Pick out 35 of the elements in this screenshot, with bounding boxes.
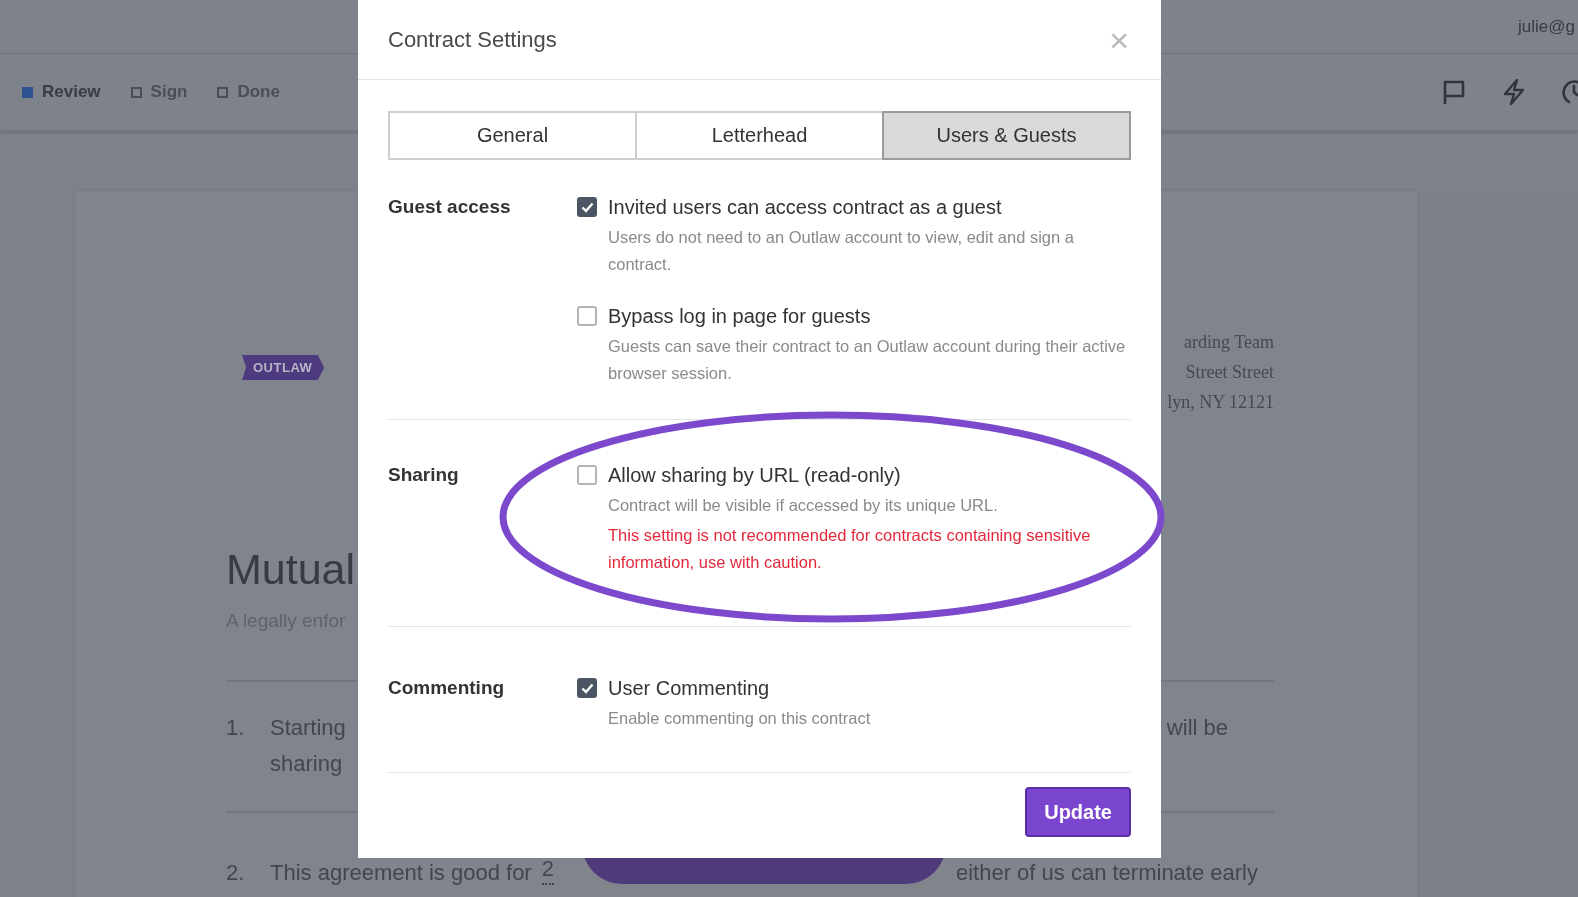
tab[interactable]: General bbox=[388, 111, 637, 160]
checkmark-icon bbox=[580, 201, 594, 213]
checkmark-icon bbox=[580, 682, 594, 694]
clause-text: will be bbox=[1166, 714, 1229, 742]
checkbox[interactable] bbox=[577, 197, 597, 217]
option-description: Contract will be visible if accessed by its unique URL. bbox=[608, 495, 999, 516]
clause-number: 2. bbox=[226, 859, 246, 887]
clause-text: This agreement is good for bbox=[270, 859, 532, 887]
checkbox[interactable] bbox=[577, 465, 597, 485]
document-title: Mutual bbox=[226, 544, 356, 595]
option-label[interactable]: User Commenting bbox=[608, 675, 871, 701]
option-description: Enable commenting on this contract bbox=[608, 708, 871, 729]
dialog-title: Contract Settings bbox=[388, 26, 557, 53]
address-line: arding Team bbox=[1183, 331, 1274, 354]
address-line: lyn, NY 12121 bbox=[1167, 391, 1274, 414]
warning-text: This setting is not recommended for contracts containing sensitive information, use with caution. bbox=[608, 525, 1092, 573]
section-label: Guest access bbox=[388, 195, 512, 219]
option-label[interactable]: Invited users can access contract as a guest bbox=[608, 194, 1128, 220]
clause-number: 1. bbox=[226, 714, 246, 742]
update-button[interactable]: Update bbox=[1025, 787, 1131, 837]
checkbox[interactable] bbox=[577, 678, 597, 698]
clause-text: Starting bbox=[270, 714, 346, 742]
tab[interactable]: Letterhead bbox=[635, 111, 884, 160]
clause-text: either of us can terminate early bbox=[955, 859, 1259, 887]
section-label: Commenting bbox=[388, 676, 506, 700]
outlaw-logo: OUTLAW bbox=[242, 355, 325, 380]
option-label[interactable]: Allow sharing by URL (read-only) bbox=[608, 462, 1131, 488]
checkbox[interactable] bbox=[577, 306, 597, 326]
address-line: Street Street bbox=[1184, 361, 1274, 384]
option-label[interactable]: Bypass log in page for guests bbox=[608, 303, 1128, 329]
section-label: Sharing bbox=[388, 463, 460, 487]
tab[interactable]: Users & Guests bbox=[882, 111, 1131, 160]
option-description: Guests can save their contract to an Outlaw account during their active browser session. bbox=[608, 336, 1127, 384]
option-description: Users do not need to an Outlaw account to view, edit and sign a contract. bbox=[608, 227, 1075, 275]
clause-text: sharing bbox=[270, 750, 344, 778]
